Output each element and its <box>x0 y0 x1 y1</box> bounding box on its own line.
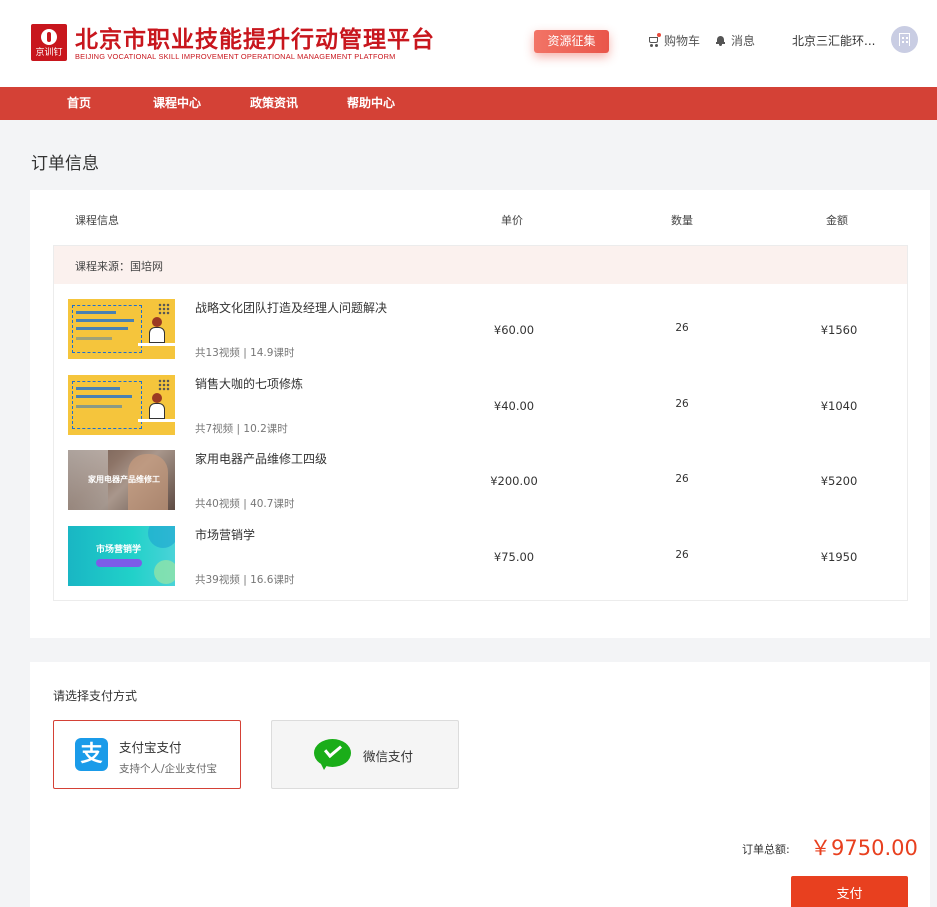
table-row: 战略文化团队打造及经理人问题解决 共13视频 | 14.9课时 ¥60.00 2… <box>54 299 907 361</box>
bell-icon <box>716 35 725 46</box>
alipay-desc: 支持个人/企业支付宝 <box>119 763 218 775</box>
amount: ¥1950 <box>820 550 858 564</box>
header-course: 课程信息 <box>75 214 119 227</box>
course-meta: 共39视频 | 16.6课时 <box>195 574 295 586</box>
source-bar: 课程来源：国培网 <box>54 246 907 284</box>
amount: ¥1560 <box>820 323 858 337</box>
course-name[interactable]: 战略文化团队打造及经理人问题解决 <box>195 299 387 316</box>
course-meta: 共13视频 | 14.9课时 <box>195 347 295 359</box>
nav-item-home[interactable]: 首页 <box>67 87 91 120</box>
cart-link[interactable]: 购物车 <box>647 32 700 49</box>
wechat-pay-icon <box>314 739 351 770</box>
header-quantity: 数量 <box>671 214 693 227</box>
quantity: 26 <box>675 473 689 485</box>
amount: ¥1040 <box>820 399 858 413</box>
site-header: 京训钉 北京市职业技能提升行动管理平台 BEIJING VOCATIONAL S… <box>0 0 937 87</box>
thumbnail-caption: 家用电器产品维修工 <box>88 475 160 484</box>
message-link[interactable]: 消息 <box>716 32 755 49</box>
brand-title[interactable]: 北京市职业技能提升行动管理平台 <box>75 20 435 54</box>
main-nav: 首页 课程中心 政策资讯 帮助中心 <box>0 87 937 120</box>
message-label: 消息 <box>731 34 756 48</box>
course-meta: 共7视频 | 10.2课时 <box>195 423 288 435</box>
unit-price: ¥200.00 <box>490 474 538 488</box>
payment-method-title: 请选择支付方式 <box>53 689 138 703</box>
alipay-option[interactable]: 支 支付宝支付 支持个人/企业支付宝 <box>53 720 241 789</box>
quantity: 26 <box>675 549 689 561</box>
quantity: 26 <box>675 398 689 410</box>
order-total-value: ￥9750.00 <box>810 836 918 860</box>
thumbnail-caption: 市场营销学 <box>96 545 142 555</box>
course-thumbnail[interactable]: 家用电器产品维修工 <box>68 450 175 510</box>
course-meta: 共40视频 | 40.7课时 <box>195 498 295 510</box>
cart-label: 购物车 <box>664 34 701 48</box>
avatar-building-icon[interactable] <box>891 26 918 53</box>
amount: ¥5200 <box>820 474 858 488</box>
user-name[interactable]: 北京三汇能环... <box>792 32 875 49</box>
course-thumbnail[interactable] <box>68 299 175 359</box>
unit-price: ¥60.00 <box>493 323 535 337</box>
header-amount: 金额 <box>826 214 848 227</box>
course-source-group: 课程来源：国培网 战略文化团队打造及经理人问题解决 共13视频 | 14.9课时… <box>53 245 908 601</box>
table-row: 市场营销学 市场营销学 共39视频 | 16.6课时 ¥75.00 26 ¥19… <box>54 526 907 588</box>
nav-item-courses[interactable]: 课程中心 <box>153 87 201 120</box>
alipay-icon: 支 <box>75 738 108 771</box>
logo-icon[interactable]: 京训钉 <box>31 24 67 61</box>
course-source: 课程来源：国培网 <box>75 260 163 273</box>
alipay-name: 支付宝支付 <box>119 740 182 755</box>
course-name[interactable]: 销售大咖的七项修炼 <box>195 375 303 392</box>
cart-icon <box>647 32 661 47</box>
unit-price: ¥40.00 <box>493 399 535 413</box>
wechat-pay-name: 微信支付 <box>363 749 414 764</box>
nav-item-help[interactable]: 帮助中心 <box>347 87 395 120</box>
resource-collection-button[interactable]: 资源征集 <box>534 30 609 53</box>
brand-subtitle: BEIJING VOCATIONAL SKILL IMPROVEMENT OPE… <box>75 52 396 61</box>
quantity: 26 <box>675 322 689 334</box>
wechat-pay-option[interactable]: 微信支付 <box>271 720 459 789</box>
table-row: 家用电器产品维修工 家用电器产品维修工四级 共40视频 | 40.7课时 ¥20… <box>54 450 907 512</box>
pay-button[interactable]: 支付 <box>791 876 908 907</box>
course-thumbnail[interactable]: 市场营销学 <box>68 526 175 586</box>
table-row: 销售大咖的七项修炼 共7视频 | 10.2课时 ¥40.00 26 ¥1040 <box>54 375 907 437</box>
nav-item-policy[interactable]: 政策资讯 <box>250 87 298 120</box>
payment-card: 请选择支付方式 支 支付宝支付 支持个人/企业支付宝 微信支付 订单总额: ￥9… <box>30 662 930 907</box>
course-thumbnail[interactable] <box>68 375 175 435</box>
unit-price: ¥75.00 <box>493 550 535 564</box>
logo-mini-text: 京训钉 <box>35 48 63 58</box>
page-title: 订单信息 <box>31 154 99 174</box>
course-name[interactable]: 家用电器产品维修工四级 <box>195 450 327 467</box>
header-unit-price: 单价 <box>501 214 523 227</box>
course-name[interactable]: 市场营销学 <box>195 526 255 543</box>
order-card: 课程信息 单价 数量 金额 课程来源：国培网 战略文化团队打造及经理人问题解决 … <box>30 190 930 638</box>
order-total-label: 订单总额: <box>742 843 790 856</box>
